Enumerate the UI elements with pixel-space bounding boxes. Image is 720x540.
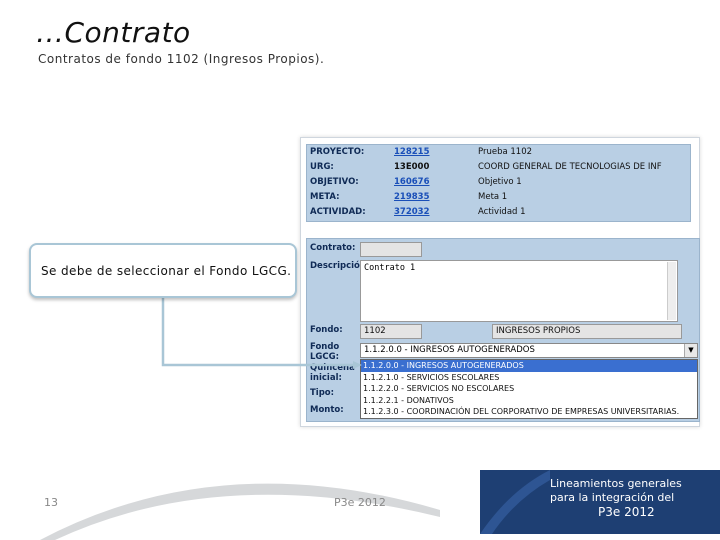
banner-line2: para la integración del (550, 491, 675, 504)
info-label: PROYECTO: (310, 147, 365, 157)
slide-title: …Contrato (36, 16, 191, 49)
banner-logo-icon (480, 470, 550, 534)
footer-banner: Lineamientos generales para la integraci… (480, 470, 720, 534)
contrato-label: Contrato: (310, 243, 356, 253)
objetivo-code-link[interactable]: 160676 (394, 177, 454, 187)
fondo-lgcg-select[interactable]: 1.1.2.0.0 - INGRESOS AUTOGENERADOS ▼ (360, 343, 698, 358)
slide-subtitle: Contratos de fondo 1102 (Ingresos Propio… (38, 52, 325, 66)
actividad-code-link[interactable]: 372032 (394, 207, 454, 217)
fondo-desc-field: INGRESOS PROPIOS (492, 324, 682, 339)
meta-code-link[interactable]: 219835 (394, 192, 454, 202)
chevron-down-icon[interactable]: ▼ (684, 344, 697, 357)
tipo-label: Tipo: (310, 388, 335, 398)
banner-text: Lineamientos generales para la integraci… (550, 477, 682, 519)
dropdown-option[interactable]: 1.1.2.2.1 - DONATIVOS (361, 395, 697, 407)
connector-line (161, 297, 355, 367)
info-label: URG: (310, 162, 334, 172)
callout-connector (161, 297, 362, 369)
urg-code: 13E000 (394, 162, 430, 172)
footer-swoosh (40, 483, 440, 540)
dropdown-option[interactable]: 1.1.2.3.0 - COORDINACIÓN DEL CORPORATIVO… (361, 406, 697, 418)
monto-label: Monto: (310, 405, 344, 415)
project-info-panel: PROYECTO: 128215 Prueba 1102 URG: 13E000… (306, 144, 691, 222)
page-number: 13 (44, 496, 58, 509)
info-desc: Actividad 1 (478, 207, 526, 217)
fondo-lgcg-dropdown-list: 1.1.2.0.0 - INGRESOS AUTOGENERADOS 1.1.2… (360, 359, 698, 419)
info-desc: COORD GENERAL DE TECNOLOGIAS DE INF (478, 162, 662, 172)
banner-line1: Lineamientos generales (550, 477, 682, 490)
contrato-input[interactable] (360, 242, 422, 257)
info-desc: Meta 1 (478, 192, 508, 202)
info-desc: Objetivo 1 (478, 177, 522, 187)
dropdown-option[interactable]: 1.1.2.2.0 - SERVICIOS NO ESCOLARES (361, 383, 697, 395)
arrow-head-icon (353, 361, 362, 369)
contract-form-panel: Contrato: Descripción: Contrato 1 Fondo:… (306, 238, 700, 422)
fondo-lgcg-selected-value: 1.1.2.0.0 - INGRESOS AUTOGENERADOS (364, 345, 535, 355)
proyecto-code-link[interactable]: 128215 (394, 147, 454, 157)
swoosh-shape (40, 483, 440, 540)
form-screenshot: PROYECTO: 128215 Prueba 1102 URG: 13E000… (300, 137, 700, 427)
info-desc: Prueba 1102 (478, 147, 533, 157)
callout-box: Se debe de seleccionar el Fondo LGCG. (29, 243, 297, 298)
dropdown-option[interactable]: 1.1.2.1.0 - SERVICIOS ESCOLARES (361, 372, 697, 384)
info-label: OBJETIVO: (310, 177, 359, 187)
dropdown-option[interactable]: 1.1.2.0.0 - INGRESOS AUTOGENERADOS (361, 360, 697, 372)
fondo-code-field: 1102 (360, 324, 422, 339)
descripcion-value: Contrato 1 (364, 263, 416, 273)
info-label: ACTIVIDAD: (310, 207, 366, 217)
callout-text: Se debe de seleccionar el Fondo LGCG. (41, 264, 292, 278)
descripcion-textarea[interactable]: Contrato 1 (360, 260, 678, 322)
banner-line3: P3e 2012 (598, 505, 655, 519)
info-label: META: (310, 192, 340, 202)
descripcion-scrollbar[interactable] (667, 262, 676, 320)
footer-center-text: P3e 2012 (334, 496, 386, 509)
